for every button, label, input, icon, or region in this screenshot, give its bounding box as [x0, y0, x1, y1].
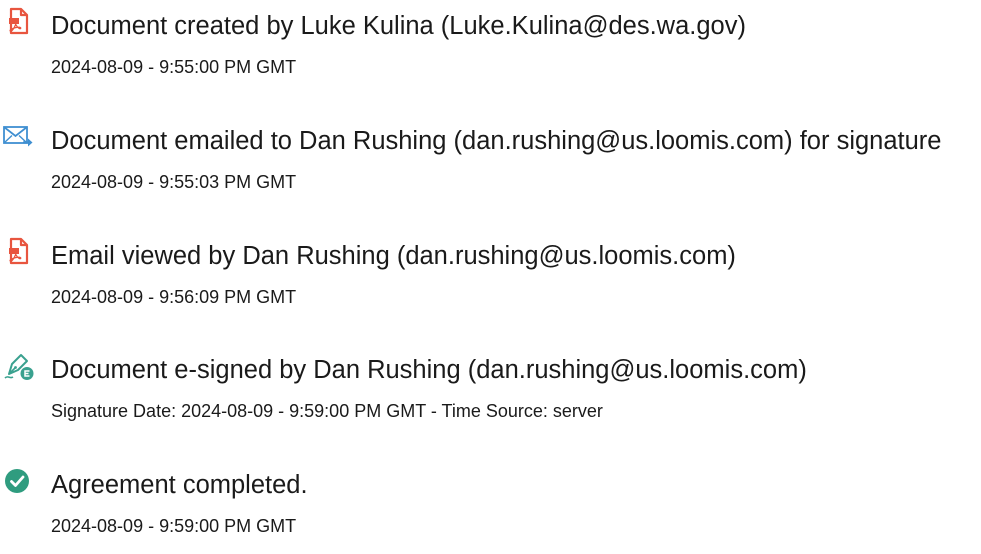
- event-title: Email viewed by Dan Rushing (dan.rushing…: [51, 242, 736, 270]
- e-signed-icon: [2, 349, 36, 383]
- event-title: Document e-signed by Dan Rushing (dan.ru…: [51, 356, 807, 384]
- event-timestamp: 2024-08-09 - 9:56:09 PM GMT: [51, 287, 297, 307]
- event-title: Document emailed to Dan Rushing (dan.rus…: [51, 127, 942, 155]
- audit-event-document-created: Document created by Luke Kulina (Luke.Ku…: [0, 5, 981, 95]
- email-sent-icon: [2, 120, 36, 154]
- audit-event-document-e-signed: Document e-signed by Dan Rushing (dan.ru…: [0, 349, 981, 439]
- event-signature-details: Signature Date: 2024-08-09 - 9:59:00 PM …: [51, 401, 603, 421]
- email-viewed-icon: [2, 235, 36, 269]
- event-timestamp: 2024-08-09 - 9:55:03 PM GMT: [51, 172, 297, 192]
- audit-event-agreement-completed: Agreement completed. 2024-08-09 - 9:59:0…: [0, 464, 981, 554]
- agreement-completed-icon: [2, 464, 36, 498]
- event-timestamp: 2024-08-09 - 9:55:00 PM GMT: [51, 57, 297, 77]
- event-title: Agreement completed.: [51, 471, 308, 499]
- event-title: Document created by Luke Kulina (Luke.Ku…: [51, 12, 746, 40]
- event-timestamp: 2024-08-09 - 9:59:00 PM GMT: [51, 516, 297, 536]
- audit-event-email-viewed: Email viewed by Dan Rushing (dan.rushing…: [0, 235, 981, 325]
- audit-event-document-emailed: Document emailed to Dan Rushing (dan.rus…: [0, 120, 981, 210]
- document-created-icon: [2, 5, 36, 39]
